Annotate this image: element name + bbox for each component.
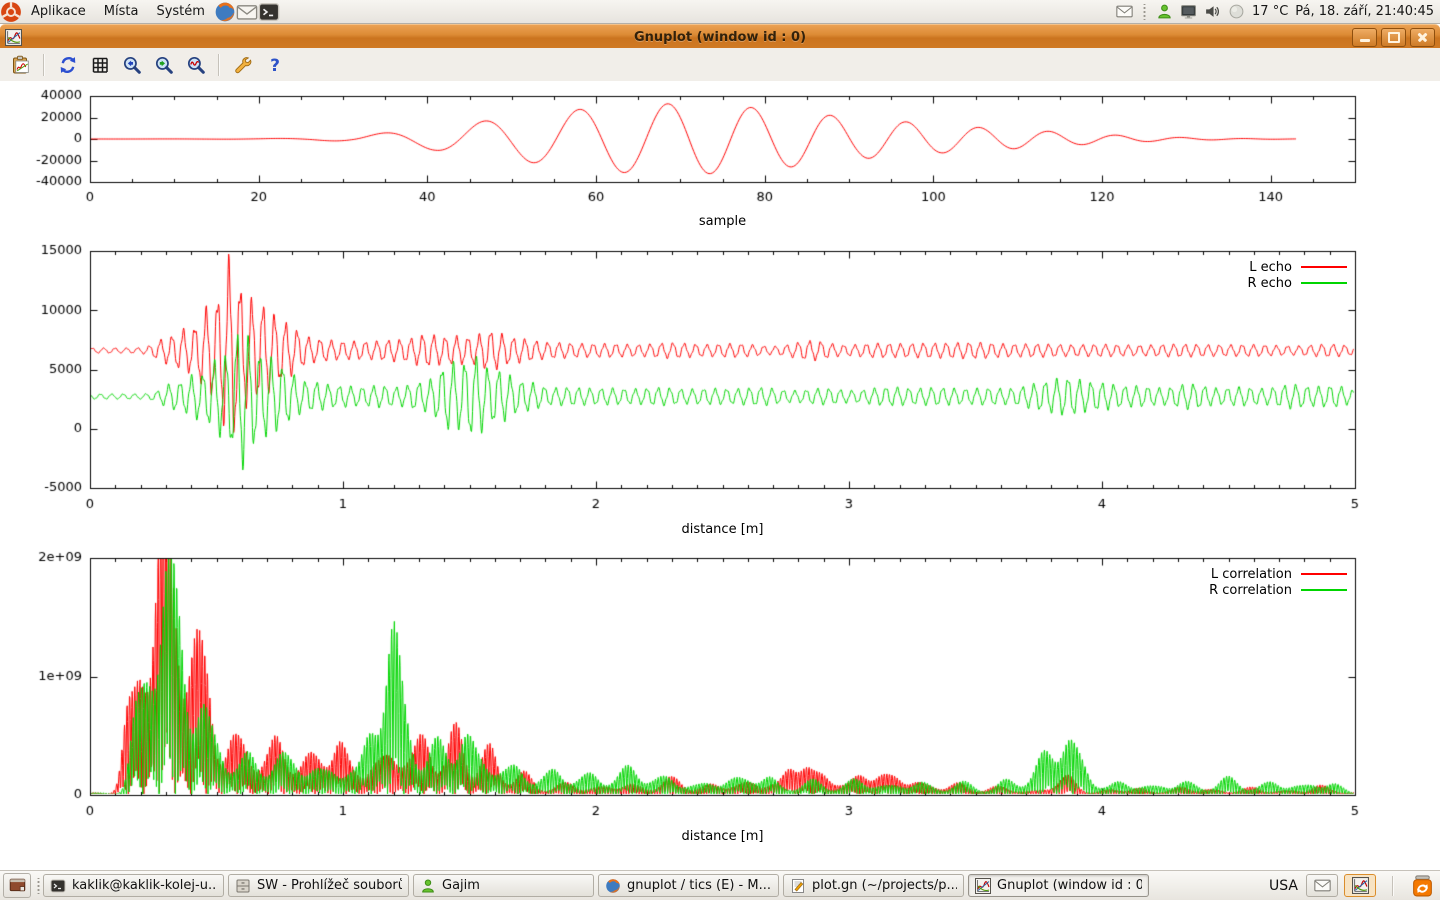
legend-entry: R echo xyxy=(1247,275,1347,291)
taskbar: kaklik@kaklik-kolej-u... SW - Prohlížeč s… xyxy=(0,870,1440,900)
gajim-icon xyxy=(420,878,436,894)
panel-left: Aplikace Místa Systém xyxy=(0,0,280,23)
taskbar-button-label: kaklik@kaklik-kolej-u... xyxy=(72,878,217,893)
minimize-button[interactable] xyxy=(1352,28,1377,47)
volume-icon[interactable] xyxy=(1204,3,1221,20)
taskbar-button-3[interactable]: Gajim xyxy=(413,874,594,897)
firefox-icon xyxy=(605,878,621,894)
applet-handle[interactable] xyxy=(36,878,41,894)
trash-applet-icon[interactable] xyxy=(1410,873,1435,898)
terminal-icon xyxy=(50,878,66,894)
window-list: kaklik@kaklik-kolej-u... SW - Prohlížeč s… xyxy=(43,874,1153,897)
mail-tray-button[interactable] xyxy=(1306,874,1338,897)
taskbar-button-4[interactable]: gnuplot / tics (E) - M... xyxy=(598,874,779,897)
taskbar-button-2[interactable]: SW - Prohlížeč souborů xyxy=(228,874,409,897)
legend-entry: L correlation xyxy=(1209,566,1347,582)
window-titlebar[interactable]: Gnuplot (window id : 0) xyxy=(0,24,1440,49)
toolbar-separator xyxy=(218,54,220,76)
taskbar-button-label: SW - Prohlížeč souborů xyxy=(257,878,402,893)
toolbar-separator xyxy=(43,54,45,76)
editor-icon xyxy=(790,878,806,894)
maximize-button[interactable] xyxy=(1381,28,1406,47)
panel-tray: 17 °C Pá, 18. září, 21:40:45 xyxy=(1116,0,1440,23)
menu-places[interactable]: Místa xyxy=(95,0,148,23)
taskbar-button-6[interactable]: Gnuplot (window id : 0) xyxy=(968,874,1149,897)
gnuplot-window-icon xyxy=(5,29,22,46)
copy-plot-icon[interactable] xyxy=(7,51,34,78)
plot-area: sample distance [m] distance [m] L echoR… xyxy=(0,81,1440,869)
legend-entry: L echo xyxy=(1247,259,1347,275)
menu-system[interactable]: Systém xyxy=(147,0,213,23)
keyboard-layout-indicator[interactable]: USA xyxy=(1269,878,1298,894)
menu-applications[interactable]: Aplikace xyxy=(22,0,95,23)
user-switcher-icon[interactable] xyxy=(1156,3,1173,20)
zoom-next-icon[interactable] xyxy=(150,51,177,78)
taskbar-separator xyxy=(1392,876,1394,896)
help-icon[interactable]: ? xyxy=(261,51,288,78)
plot2-legend: L echoR echo xyxy=(1247,259,1347,291)
applet-handle[interactable] xyxy=(1142,4,1147,20)
close-button[interactable] xyxy=(1410,28,1435,47)
gnuplot-icon xyxy=(975,878,991,894)
taskbar-button-5[interactable]: plot.gn (~/projects/p... xyxy=(783,874,964,897)
plot3-legend: L correlationR correlation xyxy=(1209,566,1347,598)
mail-icon[interactable] xyxy=(236,1,258,23)
grid-icon[interactable] xyxy=(86,51,113,78)
terminal-icon[interactable] xyxy=(258,1,280,23)
window-toolbar: ? xyxy=(0,48,1440,82)
plot2-xlabel: distance [m] xyxy=(90,522,1355,537)
temperature-label: 17 °C xyxy=(1252,4,1288,19)
filemanager-icon xyxy=(235,878,251,894)
clock-label[interactable]: Pá, 18. září, 21:40:45 xyxy=(1295,4,1434,19)
replot-icon[interactable] xyxy=(54,51,81,78)
unzoom-icon[interactable] xyxy=(182,51,209,78)
top-panel: Aplikace Místa Systém 17 °C Pá, 18. září… xyxy=(0,0,1440,24)
taskbar-button-1[interactable]: kaklik@kaklik-kolej-u... xyxy=(43,874,224,897)
taskbar-button-label: gnuplot / tics (E) - M... xyxy=(627,878,771,893)
weather-icon[interactable] xyxy=(1228,3,1245,20)
display-icon[interactable] xyxy=(1180,3,1197,20)
gnuplot-tray-button[interactable] xyxy=(1344,874,1376,897)
show-desktop-button[interactable] xyxy=(3,873,31,898)
firefox-icon[interactable] xyxy=(214,1,236,23)
mail-notification-icon[interactable] xyxy=(1116,3,1133,20)
plot3-xlabel: distance [m] xyxy=(90,829,1355,844)
taskbar-button-label: Gajim xyxy=(442,878,480,893)
window-controls xyxy=(1352,28,1435,47)
ubuntu-menu-logo[interactable] xyxy=(0,1,22,23)
plot1-xlabel: sample xyxy=(90,214,1355,229)
gnuplot-window: Gnuplot (window id : 0) ? sample distanc… xyxy=(0,24,1440,869)
legend-entry: R correlation xyxy=(1209,582,1347,598)
settings-wrench-icon[interactable] xyxy=(229,51,256,78)
taskbar-button-label: plot.gn (~/projects/p... xyxy=(812,878,957,893)
taskbar-button-label: Gnuplot (window id : 0) xyxy=(997,878,1142,893)
taskbar-right: USA xyxy=(1269,873,1437,898)
plots-canvas[interactable] xyxy=(0,81,1440,869)
zoom-previous-icon[interactable] xyxy=(118,51,145,78)
svg-text:?: ? xyxy=(270,56,280,75)
window-title: Gnuplot (window id : 0) xyxy=(0,30,1440,45)
